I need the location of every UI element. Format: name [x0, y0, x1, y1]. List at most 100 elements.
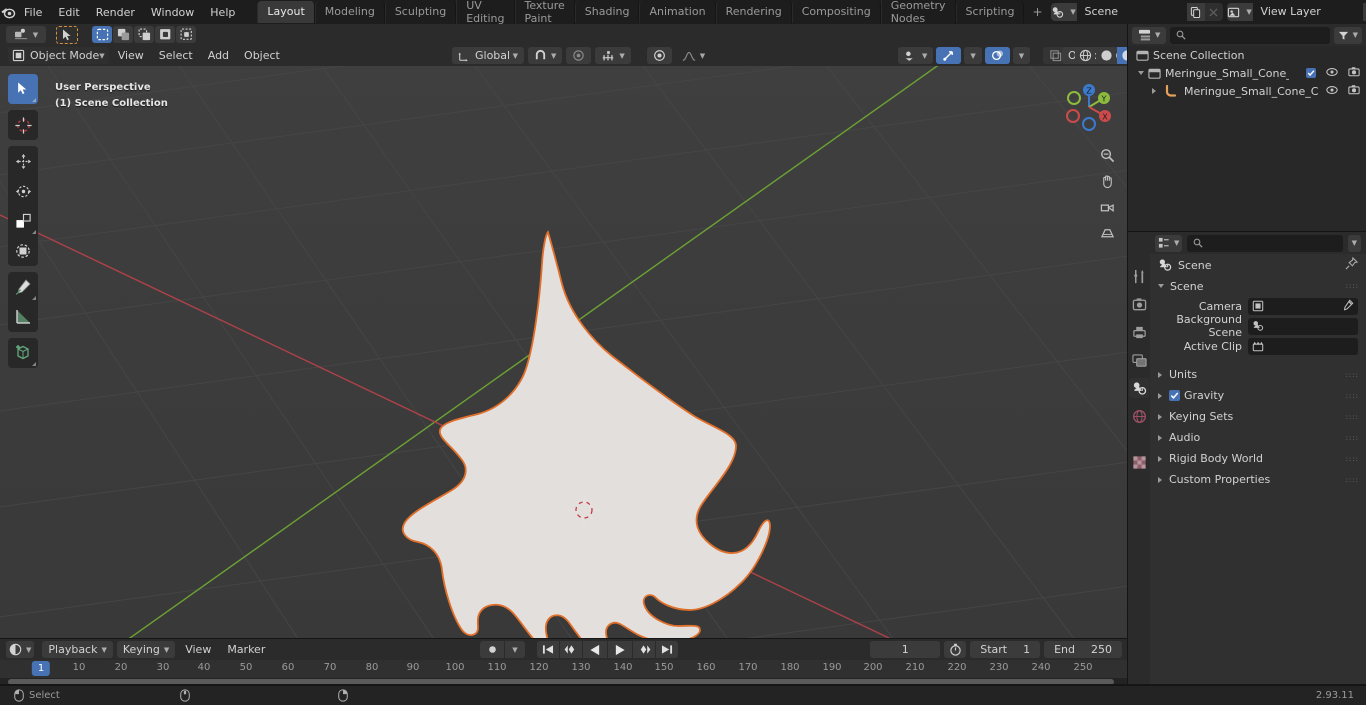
viewport-menu-view[interactable]: View [112, 47, 150, 64]
play-reverse-button[interactable] [583, 641, 607, 658]
render-tab-icon[interactable] [1129, 294, 1149, 314]
view-layer-tab-icon[interactable] [1129, 350, 1149, 370]
gizmo-dropdown-button[interactable]: ▼ [964, 47, 982, 64]
select-intersect-icon[interactable] [176, 26, 196, 43]
expander-closed-icon[interactable] [1158, 476, 1162, 483]
gravity-checkbox[interactable] [1169, 390, 1180, 401]
transform-orientation-selector[interactable]: Global ▼ [452, 47, 524, 64]
3d-viewport[interactable]: User Perspective (1) Scene Collection Z … [0, 66, 1128, 639]
outliner-row-object[interactable]: Meringue_Small_Cone_C [1128, 82, 1366, 100]
disable-in-renders-camera-icon[interactable] [1348, 84, 1360, 98]
tool-measure[interactable] [8, 302, 38, 332]
camera-view-icon[interactable] [1096, 196, 1118, 218]
properties-search-input[interactable] [1187, 234, 1343, 252]
panel-header-rigid-body-world[interactable]: Rigid Body World :::: [1150, 448, 1366, 469]
select-subtract-icon[interactable] [134, 26, 154, 43]
pan-hand-icon[interactable] [1096, 170, 1118, 192]
workspace-tab-layout[interactable]: Layout [257, 1, 315, 23]
menu-render[interactable]: Render [88, 3, 143, 22]
menu-file[interactable]: File [16, 3, 50, 22]
jump-to-prev-keyframe-button[interactable] [560, 641, 582, 658]
eyedropper-icon[interactable] [1342, 298, 1354, 314]
world-tab-icon[interactable] [1129, 406, 1149, 426]
outliner-row-collection[interactable]: Meringue_Small_Cone_Caram [1128, 64, 1366, 82]
properties-editor-type-button[interactable]: ▼ [1155, 234, 1183, 252]
tool-transform[interactable] [8, 236, 38, 266]
menu-help[interactable]: Help [202, 3, 243, 22]
overlays-dropdown-button[interactable]: ▼ [1012, 47, 1031, 64]
select-new-icon[interactable] [92, 26, 112, 43]
auto-keying-button[interactable] [480, 641, 504, 658]
panel-header-custom-properties[interactable]: Custom Properties :::: [1150, 469, 1366, 490]
viewport-menu-add[interactable]: Add [202, 47, 235, 64]
jump-to-next-keyframe-button[interactable] [633, 641, 655, 658]
view-layer-name-field[interactable]: View Layer [1252, 3, 1363, 21]
workspace-tab-animation[interactable]: Animation [639, 1, 716, 23]
viewport-menu-select[interactable]: Select [153, 47, 199, 64]
navigation-gizmo[interactable]: Z Y X [1060, 78, 1118, 136]
texture-tab-icon[interactable] [1129, 452, 1149, 472]
region-divider-timeline[interactable] [0, 638, 1128, 639]
workspace-tab-modeling[interactable]: Modeling [314, 1, 385, 23]
new-scene-button[interactable] [1186, 3, 1205, 21]
workspace-tab-rendering[interactable]: Rendering [715, 1, 792, 23]
disable-in-renders-camera-icon[interactable] [1348, 66, 1360, 80]
tool-cursor[interactable] [8, 110, 38, 140]
expander-closed-icon[interactable] [1158, 455, 1162, 462]
select-extend-icon[interactable] [113, 26, 133, 43]
region-divider-vertical[interactable] [1127, 24, 1128, 686]
new-view-layer-button[interactable] [1362, 3, 1366, 21]
panel-header-gravity[interactable]: Gravity :::: [1150, 385, 1366, 406]
scene-name-field[interactable]: Scene [1076, 3, 1187, 21]
timeline-playhead[interactable]: 1 [31, 661, 51, 676]
viewport-menu-object[interactable]: Object [238, 47, 286, 64]
proportional-editing-toggle[interactable] [566, 47, 592, 64]
region-divider-outliner-properties[interactable] [1128, 231, 1366, 232]
timeline-editor-type-button[interactable]: ▼ [6, 641, 35, 658]
menu-window[interactable]: Window [143, 3, 202, 22]
outliner-filter-button[interactable]: ▼ [1333, 26, 1362, 44]
panel-header-audio[interactable]: Audio :::: [1150, 427, 1366, 448]
play-button[interactable] [608, 641, 632, 658]
timeline-menu-marker[interactable]: Marker [221, 641, 271, 658]
panel-header-scene[interactable]: Scene :::: [1150, 276, 1366, 296]
frame-range-field[interactable]: Start 1 [970, 641, 1041, 658]
scene-datablock[interactable]: ▼ Scene [1050, 3, 1223, 21]
tool-tweak[interactable] [8, 74, 38, 104]
solid-shading-button[interactable] [1096, 47, 1117, 64]
hide-in-viewport-eye-icon[interactable] [1326, 85, 1338, 98]
timeline-menu-view[interactable]: View [179, 641, 217, 658]
overlays-toggle-button[interactable] [984, 47, 1010, 64]
background-scene-field-input[interactable] [1248, 317, 1358, 335]
panel-header-keying-sets[interactable]: Keying Sets :::: [1150, 406, 1366, 427]
unlink-scene-button[interactable] [1204, 3, 1223, 21]
active-clip-field-input[interactable] [1248, 337, 1358, 355]
proportional-falloff-selector[interactable]: ▼ [595, 47, 631, 64]
xray-toggle-button[interactable] [1043, 47, 1069, 64]
meringue-object[interactable] [0, 66, 1128, 639]
workspace-tab-shading[interactable]: Shading [574, 1, 640, 23]
expander-open-icon[interactable] [1138, 71, 1144, 75]
expander-closed-icon[interactable] [1158, 392, 1162, 399]
falloff-curve-button[interactable]: ▼ [676, 47, 711, 64]
jump-to-start-button[interactable] [537, 641, 559, 658]
end-frame-field[interactable]: End 250 [1044, 641, 1122, 658]
panel-header-units[interactable]: Units :::: [1150, 364, 1366, 385]
end-frame-value[interactable]: 250 [1091, 643, 1112, 656]
view-layer-datablock[interactable]: ▼ View Layer [1226, 3, 1366, 21]
object-mode-selector[interactable]: Object Mode ▼ [8, 47, 109, 64]
timeline-menu-playback[interactable]: Playback ▼ [42, 641, 113, 658]
expander-closed-icon[interactable] [1152, 88, 1156, 94]
expander-closed-icon[interactable] [1158, 413, 1162, 420]
tool-tab-icon[interactable] [1129, 266, 1149, 286]
tool-move[interactable] [8, 146, 38, 176]
tweak-tool-button[interactable] [56, 25, 78, 44]
blender-logo-icon[interactable] [0, 4, 16, 20]
current-frame-field[interactable]: 1 [870, 641, 941, 658]
add-workspace-button[interactable]: + [1024, 1, 1050, 23]
expander-open-icon[interactable] [1158, 284, 1164, 288]
workspace-tab-compositing[interactable]: Compositing [791, 1, 881, 23]
start-frame-value[interactable]: 1 [1023, 643, 1030, 656]
collection-enable-checkbox[interactable] [1306, 68, 1316, 78]
outliner-display-mode-button[interactable]: ▼ [1132, 26, 1167, 44]
